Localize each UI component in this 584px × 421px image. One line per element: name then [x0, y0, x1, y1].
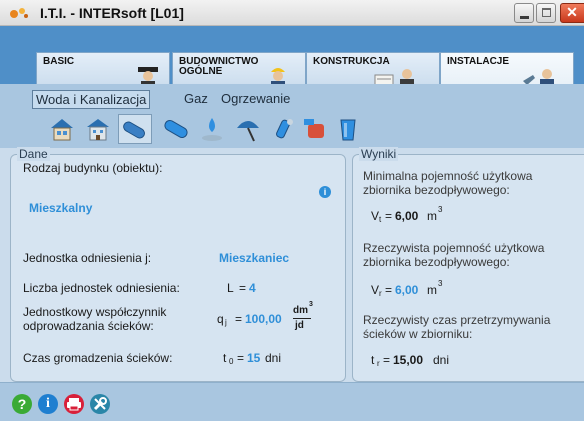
minimize-button[interactable] — [514, 3, 534, 23]
wspolczynnik-equals: = — [235, 312, 243, 326]
min-pojemnosc-label-2: zbiornika bezodpływowego: — [363, 183, 510, 197]
czas-gromadzenia-symbol: t — [223, 351, 227, 365]
czas-gromadzenia-value[interactable]: 15 — [247, 351, 260, 365]
rz-pojemnosc-equals: = — [385, 283, 393, 297]
pipe-icon[interactable] — [162, 114, 190, 144]
rz-pojemnosc-unit: m — [427, 283, 437, 297]
window-title: I.T.I. - INTERsoft [L01] — [40, 5, 184, 21]
rz-pojemnosc-subscript: r — [379, 289, 382, 298]
wspolczynnik-value[interactable]: 100,00 — [245, 312, 282, 326]
module-tab-label: INSTALACJE — [447, 56, 510, 67]
rz-czas-value: 15,00 — [393, 353, 424, 367]
content-area: Dane Rodzaj budynku (obiektu): i Mieszka… — [0, 147, 584, 382]
help-icon[interactable]: ? — [12, 394, 32, 414]
rz-czas-subscript: r — [377, 359, 380, 368]
module-tab-label: BASIC — [43, 56, 75, 67]
liczba-label: Liczba jednostek odniesienia: — [23, 281, 180, 295]
czas-gromadzenia-label: Czas gromadzenia ścieków: — [23, 351, 173, 365]
tools-icon[interactable] — [90, 394, 110, 414]
wspolczynnik-unit-exponent: 3 — [309, 301, 313, 308]
minimize-icon — [520, 16, 529, 19]
info-icon[interactable]: i — [319, 186, 331, 198]
pipe-icon[interactable] — [118, 114, 152, 144]
wspolczynnik-subscript: j — [225, 318, 227, 327]
bottom-toolbar: ? i — [0, 382, 584, 421]
wyniki-panel: Wyniki Minimalna pojemność użytkowa zbio… — [352, 147, 584, 382]
wspolczynnik-label-1: Jednostkowy współczynnik — [23, 305, 167, 319]
jednostka-label: Jednostka odniesienia j: — [23, 251, 152, 265]
close-button[interactable]: ✕ — [560, 3, 584, 23]
rz-pojemnosc-value[interactable]: 6,00 — [395, 283, 418, 297]
tab-ogrzewanie[interactable]: Ogrzewanie — [218, 90, 293, 107]
app-logo-icon — [10, 8, 28, 18]
min-pojemnosc-label-1: Minimalna pojemność użytkowa — [363, 169, 533, 183]
wrench-icon — [93, 397, 107, 411]
info-icon[interactable]: i — [38, 394, 58, 414]
maximize-button[interactable] — [536, 3, 556, 23]
min-pojemnosc-subscript: t — [379, 215, 382, 224]
liczba-value[interactable]: 4 — [249, 281, 256, 295]
czas-gromadzenia-unit: dni — [265, 351, 282, 365]
house-icon[interactable] — [48, 114, 76, 144]
tab-woda-i-kanalizacja[interactable]: Woda i Kanalizacja — [32, 90, 151, 109]
water-drop-icon[interactable] — [198, 114, 226, 144]
liczba-equals: = — [239, 281, 247, 295]
rz-czas-equals: = — [383, 353, 391, 367]
rodzaj-budynku-label: Rodzaj budynku (obiektu): — [23, 161, 163, 175]
building-icon[interactable] — [84, 114, 112, 144]
print-icon[interactable] — [64, 394, 84, 414]
rz-czas-label-2: ścieków w zbiorniku: — [363, 327, 473, 341]
icon-toolbar — [0, 112, 584, 148]
rz-pojemnosc-unit-exponent: 3 — [438, 279, 443, 288]
wspolczynnik-label-2: odprowadzania ścieków: — [23, 319, 154, 333]
czas-gromadzenia-equals: = — [237, 351, 245, 365]
tab-gaz[interactable]: Gaz — [181, 90, 211, 107]
wyniki-legend: Wyniki — [359, 147, 399, 161]
title-bar: I.T.I. - INTERsoft [L01] ✕ — [0, 0, 584, 26]
rz-czas-label-1: Rzeczywisty czas przetrzymywania — [363, 313, 551, 327]
czas-gromadzenia-subscript: 0 — [229, 357, 234, 366]
wspolczynnik-unit-denominator: jd — [295, 320, 304, 331]
rodzaj-budynku-value[interactable]: Mieszkalny — [29, 201, 92, 215]
rz-czas-unit: dni — [433, 353, 450, 367]
min-pojemnosc-equals: = — [385, 209, 393, 223]
rz-czas-symbol: t — [371, 353, 375, 367]
printer-icon — [67, 398, 81, 411]
min-pojemnosc-symbol: V — [371, 209, 380, 223]
dane-panel: Dane Rodzaj budynku (obiektu): i Mieszka… — [10, 147, 346, 382]
wspolczynnik-unit-numerator: dm — [293, 305, 308, 316]
module-tab-label: BUDOWNICTWO OGÓLNE — [179, 56, 259, 77]
bucket-icon[interactable] — [334, 114, 362, 144]
min-pojemnosc-unit: m — [427, 209, 437, 223]
liczba-symbol: L — [227, 281, 234, 295]
min-pojemnosc-unit-exponent: 3 — [438, 205, 443, 214]
rz-pojemnosc-label-1: Rzeczywista pojemność użytkowa — [363, 241, 545, 255]
rz-pojemnosc-label-2: zbiornika bezodpływowego: — [363, 255, 510, 269]
sub-tabs: Woda i Kanalizacja Gaz Ogrzewanie — [0, 84, 584, 112]
jednostka-value[interactable]: Mieszkaniec — [219, 251, 289, 265]
wspolczynnik-symbol: q — [217, 312, 224, 326]
fraction-line — [293, 318, 311, 319]
module-tabs: BASIC BUDOWNICTWO OGÓLNE KONSTRUKCJA INS… — [0, 26, 584, 112]
dane-legend: Dane — [17, 147, 50, 161]
maximize-icon — [542, 8, 551, 17]
fitting-icon[interactable] — [270, 114, 298, 144]
close-icon: ✕ — [566, 4, 578, 20]
umbrella-icon[interactable] — [234, 114, 262, 144]
min-pojemnosc-value: 6,00 — [395, 209, 419, 223]
rz-pojemnosc-symbol: V — [371, 283, 380, 297]
tank-icon[interactable] — [302, 114, 330, 144]
